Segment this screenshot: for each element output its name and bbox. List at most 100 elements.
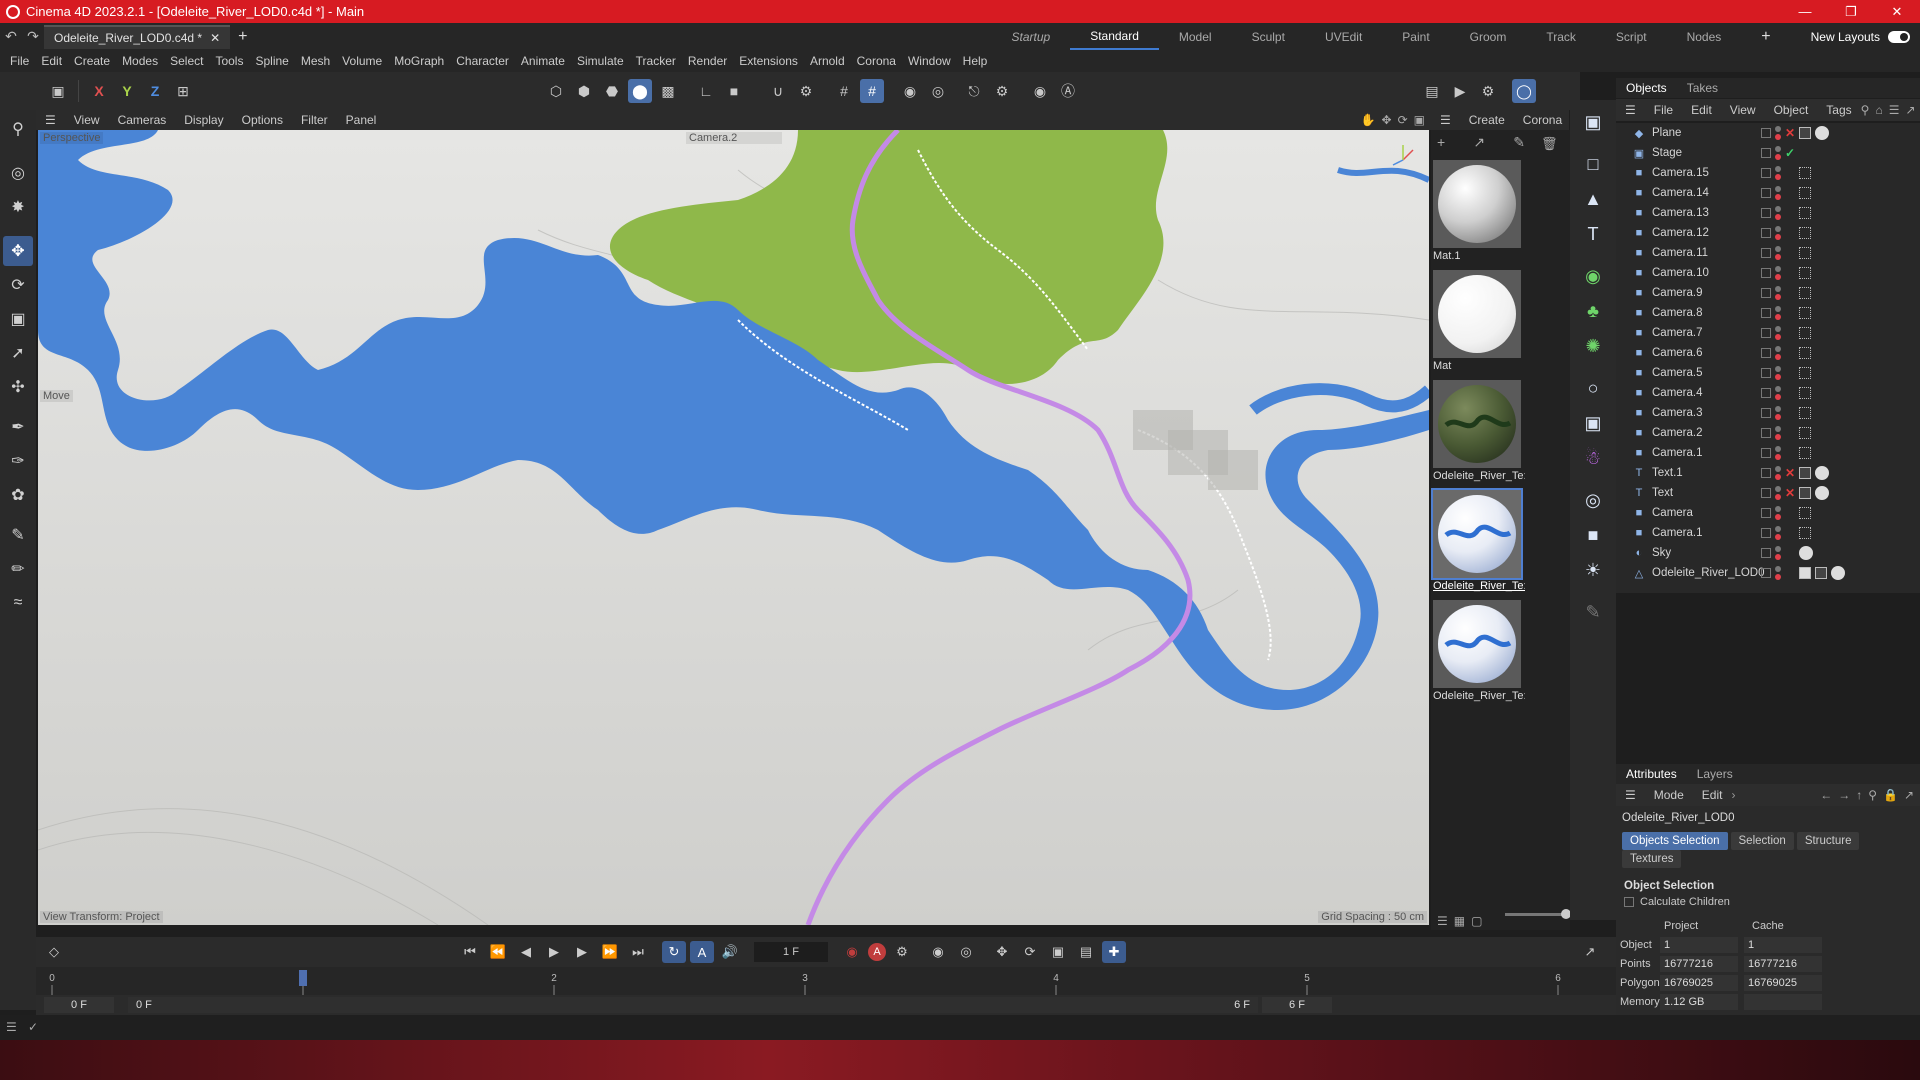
layout-tab-standard[interactable]: Standard <box>1070 23 1159 50</box>
light-object-icon[interactable]: ☀ <box>1576 554 1610 586</box>
menu-simulate[interactable]: Simulate <box>571 54 630 68</box>
keyframe-settings-icon[interactable]: ⚙ <box>890 941 914 963</box>
attr-tab-textures[interactable]: Textures <box>1622 850 1682 868</box>
object-row[interactable]: ■ Camera.5 <box>1616 363 1920 383</box>
keyframe-icon[interactable]: ◇ <box>42 941 66 963</box>
layer-checkbox[interactable] <box>1761 208 1771 218</box>
coordinate-system-icon[interactable]: ▣ <box>46 79 70 103</box>
target-tag-icon[interactable] <box>1799 447 1811 459</box>
menu-corona[interactable]: Corona <box>851 54 902 68</box>
tab-takes[interactable]: Takes <box>1677 81 1728 95</box>
minimize-button[interactable]: — <box>1782 0 1828 23</box>
record-parameter-icon[interactable]: ▤ <box>1074 941 1098 963</box>
motion-clip-icon[interactable]: ◉ <box>926 941 950 963</box>
editor-visibility-dot[interactable] <box>1775 566 1781 572</box>
axis-mode-icon[interactable]: ∟ <box>694 79 718 103</box>
object-row[interactable]: ■ Camera.4 <box>1616 383 1920 403</box>
attributes-menu-mode[interactable]: Mode <box>1645 788 1693 802</box>
render-visibility-dot[interactable] <box>1775 454 1781 460</box>
editor-visibility-dot[interactable] <box>1775 246 1781 252</box>
editor-visibility-dot[interactable] <box>1775 266 1781 272</box>
layer-checkbox[interactable] <box>1761 168 1771 178</box>
object-row[interactable]: ■ Camera.14 <box>1616 183 1920 203</box>
layer-checkbox[interactable] <box>1761 348 1771 358</box>
render-visibility-dot[interactable] <box>1775 394 1781 400</box>
snap-icon[interactable]: ∪ <box>766 79 790 103</box>
render-visibility-dot[interactable] <box>1775 514 1781 520</box>
perspective-viewport[interactable]: Perspective Camera.2 Move View Transform… <box>38 130 1429 925</box>
object-row[interactable]: ▣ Stage ✓ <box>1616 143 1920 163</box>
soft-selection-icon[interactable]: ◉ <box>898 79 922 103</box>
object-row[interactable]: ■ Camera.6 <box>1616 343 1920 363</box>
object-row[interactable]: ■ Camera.7 <box>1616 323 1920 343</box>
calculate-children-checkbox[interactable] <box>1624 897 1634 907</box>
menu-select[interactable]: Select <box>164 54 209 68</box>
layer-checkbox[interactable] <box>1761 228 1771 238</box>
scene-object-icon[interactable]: ▣ <box>1576 407 1610 439</box>
disabled-x-icon[interactable]: ✕ <box>1785 486 1795 500</box>
record-disabled-icon[interactable]: ◉ <box>840 941 864 963</box>
animation-mode-icon[interactable]: A <box>690 941 714 963</box>
target-tag-icon[interactable] <box>1799 207 1811 219</box>
render-visibility-dot[interactable] <box>1775 254 1781 260</box>
editor-visibility-dot[interactable] <box>1775 286 1781 292</box>
target-tag-icon[interactable] <box>1799 287 1811 299</box>
large-icon-view-icon[interactable]: ▢ <box>1471 914 1482 928</box>
uvw-tag-icon[interactable] <box>1799 567 1811 579</box>
disabled-x-icon[interactable]: ✕ <box>1785 126 1795 140</box>
layer-checkbox[interactable] <box>1761 468 1771 478</box>
new-layouts-label[interactable]: New Layouts <box>1791 23 1880 50</box>
render-visibility-dot[interactable] <box>1775 474 1781 480</box>
menu-volume[interactable]: Volume <box>336 54 388 68</box>
autokey-icon[interactable]: A <box>868 943 886 961</box>
material-tag-icon[interactable] <box>1815 466 1830 480</box>
render-visibility-dot[interactable] <box>1775 134 1781 140</box>
new-window-icon[interactable]: ↗ <box>1904 788 1914 802</box>
z-axis-toggle[interactable]: Z <box>143 79 167 103</box>
edit-render-settings-icon[interactable]: ⚙ <box>1476 79 1500 103</box>
editor-visibility-dot[interactable] <box>1775 386 1781 392</box>
viewport-menu-cameras[interactable]: Cameras <box>109 113 176 127</box>
points-mode-icon[interactable]: ⬡ <box>544 79 568 103</box>
editor-visibility-dot[interactable] <box>1775 466 1781 472</box>
interactive-render-icon[interactable]: ◯ <box>1512 79 1536 103</box>
objects-menu-object[interactable]: Object <box>1765 103 1818 117</box>
spline-pen-icon[interactable]: ✒ <box>3 412 33 442</box>
redo-icon[interactable]: ↷ <box>22 26 44 48</box>
new-window-icon[interactable]: ↗ <box>1905 103 1915 117</box>
viewport-menu-filter[interactable]: Filter <box>292 113 337 127</box>
symmetry-icon[interactable]: ⎋ <box>962 79 986 103</box>
layout-tab-uvedit[interactable]: UVEdit <box>1305 23 1382 50</box>
layout-tab-model[interactable]: Model <box>1159 23 1232 50</box>
render-visibility-dot[interactable] <box>1775 174 1781 180</box>
target-tag-icon[interactable] <box>1799 427 1811 439</box>
previous-key-icon[interactable]: ⏪ <box>486 941 510 963</box>
menu-help[interactable]: Help <box>957 54 994 68</box>
target-tag-icon[interactable] <box>1799 327 1811 339</box>
object-row[interactable]: T Text.1 ✕ <box>1616 463 1920 483</box>
filter-icon[interactable]: ☰ <box>1889 103 1900 117</box>
material-tag-icon[interactable] <box>1831 566 1845 580</box>
x-axis-toggle[interactable]: X <box>87 79 111 103</box>
render-view-icon[interactable]: ▤ <box>1420 79 1444 103</box>
material-menu-hamburger-icon[interactable]: ☰ <box>1431 113 1460 127</box>
viewport-menu-view[interactable]: View <box>65 113 109 127</box>
sky-object-icon[interactable]: ◎ <box>1576 484 1610 516</box>
hamburger-icon[interactable]: ☰ <box>36 113 65 127</box>
attr-tab-objects-selection[interactable]: Objects Selection <box>1622 832 1728 850</box>
next-frame-icon[interactable]: ▶ <box>570 941 594 963</box>
trash-icon[interactable]: 🗑 <box>1541 136 1558 152</box>
layout-tab-track[interactable]: Track <box>1526 23 1596 50</box>
phong-tag-icon[interactable] <box>1799 467 1812 479</box>
object-row[interactable]: ■ Camera <box>1616 503 1920 523</box>
render-visibility-dot[interactable] <box>1775 494 1781 500</box>
render-visibility-dot[interactable] <box>1775 574 1781 580</box>
object-row[interactable]: △ Odeleite_River_LOD0 <box>1616 563 1920 583</box>
phong-tag-icon[interactable] <box>1799 127 1812 139</box>
tab-objects[interactable]: Objects <box>1616 81 1677 95</box>
object-row[interactable]: ◆ Plane ✕ <box>1616 123 1920 143</box>
editor-visibility-dot[interactable] <box>1775 506 1781 512</box>
menu-file[interactable]: File <box>4 54 35 68</box>
object-row[interactable]: ■ Camera.9 <box>1616 283 1920 303</box>
material-menu-corona[interactable]: Corona <box>1514 113 1571 127</box>
